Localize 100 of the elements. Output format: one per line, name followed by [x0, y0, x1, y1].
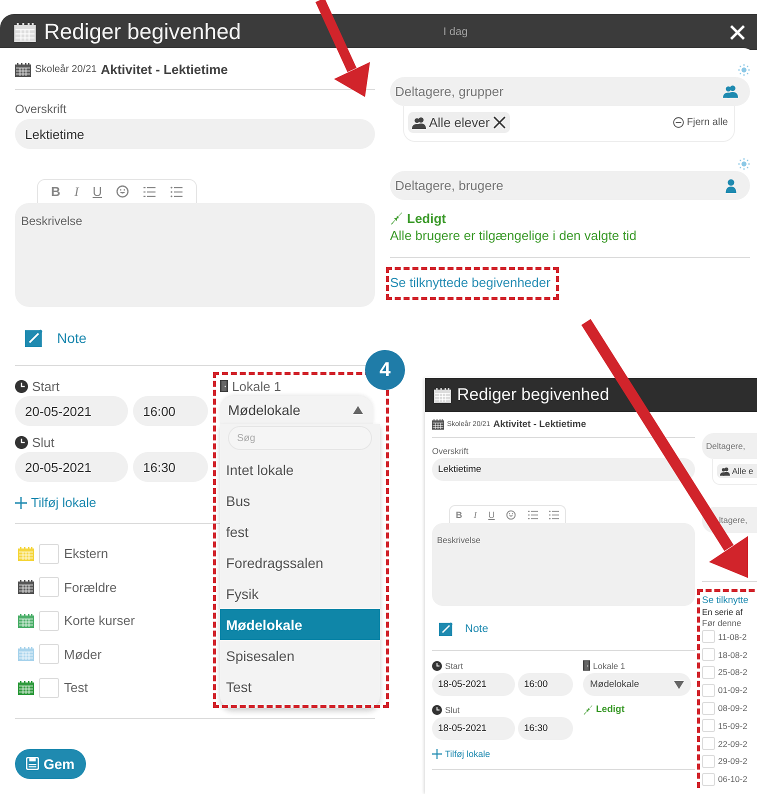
italic-button[interactable]: I: [474, 510, 477, 520]
arrows-icon: [583, 704, 593, 714]
date-field[interactable]: 20-05-2021: [15, 396, 128, 426]
event-type: Aktivitet - Lektietime: [100, 62, 228, 77]
dropdown-option[interactable]: Spisesalen: [220, 640, 380, 671]
dialog-title: Rediger begivenhed: [457, 385, 610, 405]
note-icon[interactable]: [25, 329, 43, 347]
underline-button[interactable]: U: [92, 184, 102, 199]
dropdown-option[interactable]: Test: [220, 671, 380, 702]
time-field[interactable]: 16:30: [133, 452, 208, 482]
event-date: 25-08-2: [718, 667, 748, 678]
date-field[interactable]: 20-05-2021: [15, 452, 128, 482]
dropdown-option[interactable]: Fysik: [220, 578, 380, 609]
checkbox[interactable]: [702, 737, 715, 750]
placeholder: Beskrivelse: [21, 214, 82, 228]
description-field[interactable]: Beskrivelse: [15, 203, 375, 307]
field-label: Overskrift: [15, 102, 68, 116]
emoji-icon[interactable]: [116, 185, 130, 198]
clock-icon: [15, 380, 28, 392]
user-icon: [724, 178, 738, 192]
dropdown-option[interactable]: Mødelokale: [220, 609, 380, 640]
checkbox[interactable]: [39, 544, 59, 564]
checkbox[interactable]: [702, 648, 715, 662]
series-text: En serie af: [702, 607, 744, 617]
placeholder: Beskrivelse: [437, 535, 480, 545]
checkbox[interactable]: [39, 610, 59, 631]
event-date: 15-09-2: [718, 720, 748, 731]
event-type: Aktivitet - Lektietime: [493, 419, 586, 430]
room-select[interactable]: Mødelokale: [583, 673, 691, 696]
participants-users-field[interactable]: Deltagere, brugere: [390, 171, 750, 200]
field-label: Overskrift: [432, 446, 470, 456]
numbered-list-icon[interactable]: [142, 186, 156, 198]
event-date: 18-08-2: [718, 650, 748, 660]
checkbox[interactable]: [702, 702, 715, 715]
checkbox[interactable]: [702, 630, 715, 644]
clock-icon: [432, 704, 442, 714]
start-label: Start: [445, 660, 463, 670]
participants-groups-field[interactable]: Deltagere, grupper: [390, 77, 750, 106]
save-button[interactable]: Gem: [15, 748, 86, 778]
time-field[interactable]: 16:00: [133, 396, 208, 426]
today-label[interactable]: I dag: [443, 26, 528, 38]
date-field[interactable]: 18-05-2021: [432, 673, 515, 696]
title-field[interactable]: Lektietime: [15, 119, 375, 149]
checkbox[interactable]: [39, 577, 59, 598]
related-events-link[interactable]: Se tilknytte: [702, 595, 757, 606]
date-field[interactable]: 18-05-2021: [432, 717, 515, 740]
participants-field[interactable]: Deltagere,: [702, 433, 757, 459]
dropdown-option[interactable]: Intet lokale: [220, 454, 380, 485]
caret-up-icon: [353, 406, 363, 414]
room-select[interactable]: Mødelokale: [220, 396, 373, 424]
checkbox[interactable]: [39, 678, 59, 698]
availability-message: Alle brugere er tilgængelige i den valgte tid: [390, 228, 638, 243]
time-field[interactable]: 16:00: [518, 673, 573, 696]
related-events-link[interactable]: Se tilknyttede begivenheder: [390, 275, 550, 290]
group-chip: Alle e: [717, 464, 757, 478]
category-label: Møder: [64, 646, 102, 662]
time-field[interactable]: 16:30: [518, 717, 573, 740]
category-label: Korte kurser: [64, 613, 135, 628]
title-field[interactable]: Lektietime: [432, 458, 695, 481]
caret-down-icon: [674, 680, 684, 688]
event-date: 01-09-2: [718, 685, 748, 696]
light-icon: [738, 64, 750, 76]
remove-icon[interactable]: [492, 116, 506, 129]
calendar-icon: [432, 419, 444, 430]
note-link[interactable]: Note: [57, 330, 87, 346]
underline-button[interactable]: U: [488, 510, 495, 520]
emoji-icon[interactable]: [506, 510, 516, 520]
checkbox[interactable]: [702, 719, 715, 732]
checkbox[interactable]: [702, 666, 715, 679]
checkbox[interactable]: [702, 684, 715, 697]
bold-button[interactable]: B: [456, 510, 462, 520]
availability-status: Ledigt: [596, 704, 624, 715]
calendar-icon: [15, 62, 31, 76]
note-link[interactable]: Note: [465, 623, 488, 635]
dropdown-option[interactable]: fest: [220, 516, 380, 547]
close-icon[interactable]: [730, 24, 745, 40]
italic-button[interactable]: I: [74, 184, 79, 200]
add-room-link[interactable]: Tilføj lokale: [31, 495, 96, 510]
checkbox[interactable]: [702, 772, 715, 786]
dropdown-option[interactable]: Foredragssalen: [220, 547, 380, 578]
description-field[interactable]: Beskrivelse: [432, 523, 695, 606]
dropdown-option[interactable]: Bus: [220, 485, 380, 516]
remove-all-button[interactable]: Fjern alle: [672, 117, 728, 128]
plus-icon: [15, 496, 27, 508]
bullet-list-icon[interactable]: [170, 186, 183, 198]
add-room-link[interactable]: Tilføj lokale: [445, 749, 490, 759]
availability-status: Ledigt: [407, 211, 446, 226]
numbered-list-icon[interactable]: [528, 510, 538, 520]
bold-button[interactable]: B: [50, 184, 60, 199]
checkbox[interactable]: [702, 754, 715, 768]
start-label: Start: [32, 378, 60, 394]
save-icon: [26, 757, 40, 770]
bullet-list-icon[interactable]: [549, 510, 560, 520]
event-date: 06-10-2: [718, 774, 748, 784]
event-date: 29-09-2: [718, 756, 748, 766]
category-label: Forældre: [64, 580, 117, 595]
plus-icon: [432, 749, 442, 759]
checkbox[interactable]: [39, 644, 59, 664]
clock-icon: [15, 436, 28, 448]
note-icon[interactable]: [439, 622, 453, 636]
